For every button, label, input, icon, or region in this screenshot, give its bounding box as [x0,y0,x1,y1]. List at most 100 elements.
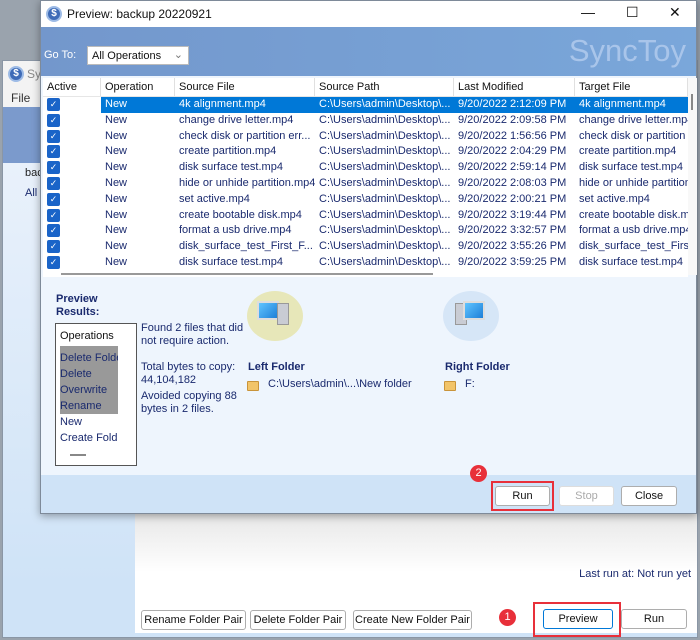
cell-src: check disk or partition err... [179,129,311,142]
stop-button[interactable]: Stop [559,486,614,506]
cell-target: disk_surface_test_First [579,240,688,253]
avoided-copying-info: Avoided copying 88 bytes in 2 files. [141,390,237,415]
cell-src: hide or unhide partition.mp4 [179,176,315,189]
table-row[interactable]: ✓ New change drive letter.mp4 C:\Users\admi… [43,112,688,129]
active-checkbox[interactable]: ✓ [47,113,60,127]
rename-folder-pair-button[interactable]: Rename Folder Pair [141,610,246,630]
active-checkbox[interactable]: ✓ [47,240,60,254]
operations-list[interactable]: Operations Delete Folde Delete Overwrite Ren… [55,323,137,466]
cell-op: New [105,161,128,174]
cell-path: C:\Users\admin\Desktop\... [319,224,451,237]
active-checkbox[interactable]: ✓ [47,192,60,206]
synctoy-brand: SyncToy [568,33,686,68]
operation-item[interactable]: Create Folde [60,432,118,444]
cell-mod: 9/20/2022 2:59:14 PM [458,161,567,174]
column-source-path[interactable]: Source Path [315,78,454,96]
table-row[interactable]: ✓ New disk surface test.mp4 C:\Users\admin\… [43,160,688,176]
operation-item[interactable]: Overwrite [60,384,118,396]
run-main-button[interactable]: Run [621,609,687,629]
cell-path: C:\Users\admin\Desktop\... [319,255,451,268]
table-row[interactable]: ✓ New check disk or partition err... C:\Use… [43,128,688,145]
cell-target: check disk or partition e [579,129,688,142]
cell-op: New [105,129,128,142]
preview-button[interactable]: Preview [543,609,613,629]
column-target-file[interactable]: Target File [575,78,688,96]
table-row[interactable]: ✓ New set active.mp4 C:\Users\admin\Desktop… [43,191,688,208]
cell-mod: 9/20/2022 1:56:56 PM [458,129,567,142]
cell-target: format a usb drive.mp4 [579,224,688,237]
cell-op: New [105,255,128,268]
operations-table: Active Operation Source File Source Path… [43,78,688,275]
preview-results-label: Preview Results: [56,293,100,318]
close-icon[interactable]: ✕ [669,4,681,21]
table-row[interactable]: ✓ New create partition.mp4 C:\Users\admin\D… [43,144,688,161]
cell-mod: 9/20/2022 2:00:21 PM [458,192,567,205]
table-row[interactable]: ✓ New disk_surface_test_First_F... C:\Users… [43,239,688,255]
preview-dialog: $ Preview: backup 20220921 — ☐ ✕ Go To: … [40,0,697,514]
left-folder-label: Left Folder [248,361,305,373]
table-row[interactable]: ✓ New create bootable disk.mp4 C:\Users\adm… [43,207,688,224]
operation-item[interactable]: Delete Folde [60,352,118,364]
cell-op: New [105,192,128,205]
active-checkbox[interactable]: ✓ [47,129,60,143]
synctoy-logo-icon: $ [46,6,62,22]
active-checkbox[interactable]: ✓ [47,145,60,159]
delete-folder-pair-button[interactable]: Delete Folder Pair [250,610,346,630]
goto-dropdown[interactable]: All Operations ⌄ [87,46,189,65]
table-row[interactable]: ✓ New hide or unhide partition.mp4 C:\Users… [43,175,688,192]
active-checkbox[interactable]: ✓ [47,255,60,269]
menu-file[interactable]: File [11,91,30,105]
column-operation[interactable]: Operation [101,78,175,96]
create-new-folder-pair-button[interactable]: Create New Folder Pair [353,610,472,630]
close-button[interactable]: Close [621,486,677,506]
active-checkbox[interactable]: ✓ [47,98,60,111]
left-folder-path: C:\Users\admin\...\New folder [268,378,412,390]
active-checkbox[interactable]: ✓ [47,176,60,190]
cell-mod: 9/20/2022 2:12:09 PM [458,98,567,110]
table-header: Active Operation Source File Source Path… [43,78,688,97]
list-grip [70,454,86,456]
run-button[interactable]: Run [495,486,550,506]
active-checkbox[interactable]: ✓ [47,208,60,222]
cell-src: 4k alignment.mp4 [179,98,266,110]
vertical-scrollbar[interactable] [688,78,697,275]
horizontal-scrollbar[interactable] [43,271,688,277]
cell-path: C:\Users\admin\Desktop\... [319,240,451,253]
cell-mod: 9/20/2022 3:32:57 PM [458,224,567,237]
step-2-badge: 2 [470,465,487,482]
cell-target: create bootable disk.m [579,208,688,221]
table-row[interactable]: ✓ New disk surface test.mp4 C:\Users\admin\… [43,254,688,271]
cell-path: C:\Users\admin\Desktop\... [319,208,451,221]
active-checkbox[interactable]: ✓ [47,224,60,238]
cell-mod: 9/20/2022 3:55:26 PM [458,240,567,253]
operation-item[interactable]: Rename [60,400,118,412]
cell-path: C:\Users\admin\Desktop\... [319,192,451,205]
cell-op: New [105,176,128,189]
goto-value: All Operations [92,50,162,62]
folder-icon [444,381,456,391]
column-source-file[interactable]: Source File [175,78,315,96]
found-files-info: Found 2 files that did not require action… [141,322,244,347]
cell-src: disk surface test.mp4 [179,161,283,174]
operations-header: Operations [60,330,114,342]
right-computer-icon [443,291,499,341]
table-row[interactable]: ✓ New 4k alignment.mp4 C:\Users\admin\Deskt… [43,97,688,113]
cell-target: 4k alignment.mp4 [579,98,666,110]
cell-target: set active.mp4 [579,192,650,205]
maximize-icon[interactable]: ☐ [626,4,639,21]
cell-src: disk surface test.mp4 [179,255,283,268]
minimize-icon[interactable]: — [581,4,595,20]
cell-op: New [105,145,128,158]
cell-src: format a usb drive.mp4 [179,224,292,237]
column-active[interactable]: Active [43,78,101,96]
operation-item[interactable]: New [60,416,118,428]
cell-op: New [105,113,128,126]
cell-op: New [105,240,128,253]
cell-mod: 9/20/2022 2:09:58 PM [458,113,567,126]
active-checkbox[interactable]: ✓ [47,161,60,175]
right-folder-label: Right Folder [445,361,510,373]
column-last-modified[interactable]: Last Modified [454,78,575,96]
cell-target: disk surface test.mp4 [579,255,683,268]
operation-item[interactable]: Delete [60,368,118,380]
table-row[interactable]: ✓ New format a usb drive.mp4 C:\Users\admin… [43,223,688,240]
